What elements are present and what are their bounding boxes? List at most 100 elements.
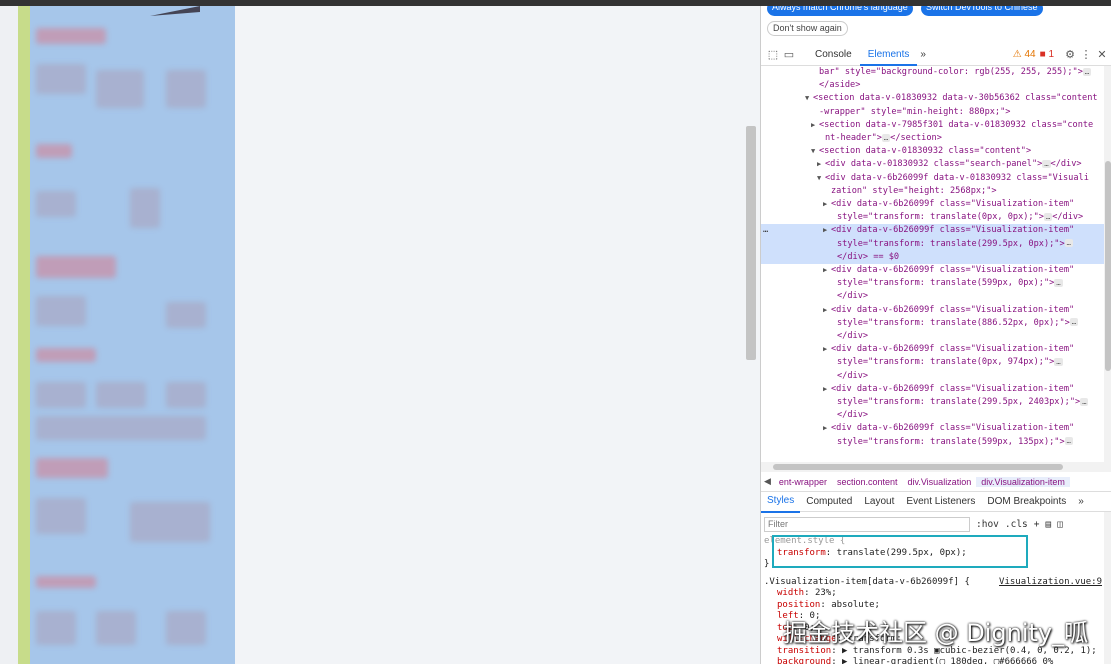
dom-node-line[interactable]: ▼ <div data-v-6b26099f data-v-01830932 cl… (761, 172, 1104, 185)
breadcrumb-item[interactable]: ent-wrapper (774, 477, 832, 487)
dom-node-line[interactable]: ▶ <div data-v-6b26099f class="Visualizati… (761, 224, 1104, 238)
breadcrumb-item[interactable]: div.Visualization (903, 477, 977, 487)
ellipsis-icon[interactable]: … (1069, 318, 1079, 327)
rule-source-link[interactable]: Visualization.vue:9 (999, 577, 1102, 589)
error-count[interactable]: ■ 1 (1040, 49, 1054, 60)
css-property[interactable]: position (777, 600, 820, 610)
dom-node-line[interactable]: ▶ <div data-v-6b26099f class="Visualizati… (761, 422, 1104, 435)
dom-node-line[interactable]: </div> (761, 409, 1104, 422)
dom-node-line[interactable]: </div> == $0 (761, 250, 1104, 265)
switch-language-button[interactable]: Switch DevTools to Chinese (921, 6, 1043, 16)
tab-console[interactable]: Console (807, 44, 860, 66)
dom-node-line[interactable]: bar" style="background-color: rgb(255, 2… (761, 66, 1104, 79)
more-subtabs-icon[interactable]: » (1072, 492, 1090, 512)
expand-toggle-icon[interactable]: ▶ (811, 119, 819, 132)
computed-styles-icon[interactable]: ▤ (1046, 519, 1052, 530)
ellipsis-icon[interactable]: … (1054, 357, 1063, 366)
dom-node-line[interactable]: ▶ <div data-v-6b26099f class="Visualizati… (761, 383, 1104, 396)
tab-computed[interactable]: Computed (800, 492, 858, 512)
breadcrumb-item-current[interactable]: div.Visualization-item (976, 476, 1070, 487)
ellipsis-icon[interactable]: … (1054, 278, 1063, 287)
device-toolbar-icon[interactable]: ▭ (781, 47, 797, 63)
tab-styles[interactable]: Styles (761, 491, 801, 513)
css-value[interactable]: ▶ linear-gradient(▢ 180deg, ▢#666666 0% (842, 657, 1053, 664)
expand-toggle-icon[interactable]: ▶ (823, 304, 831, 317)
sidebar-toggle-icon[interactable]: ◫ (1057, 519, 1063, 530)
dont-show-again-button[interactable]: Don't show again (767, 21, 848, 36)
tab-dom-breakpoints[interactable]: DOM Breakpoints (981, 492, 1072, 512)
dom-node-line[interactable]: style="transform: translate(599px, 135px… (761, 436, 1104, 449)
dom-tree-scrollbar[interactable] (1104, 66, 1111, 462)
ellipsis-icon[interactable]: … (1064, 239, 1073, 248)
expand-toggle-icon[interactable]: ▶ (817, 158, 825, 171)
close-devtools-icon[interactable]: ✕ (1094, 47, 1110, 63)
styles-scrollbar[interactable] (1104, 512, 1111, 664)
dom-node-line[interactable]: ▶ <div data-v-6b26099f class="Visualizati… (761, 198, 1104, 211)
dom-node-line[interactable]: style="transform: translate(599px, 0px);… (761, 277, 1104, 290)
dom-node-line[interactable]: style="transform: translate(0px, 0px);">… (761, 211, 1104, 224)
breadcrumb-left-arrow-icon[interactable]: ◀ (761, 476, 774, 487)
dom-node-line[interactable]: -wrapper" style="min-height: 880px;"> (761, 106, 1104, 119)
more-options-icon[interactable]: ⋮ (1078, 47, 1094, 63)
expand-toggle-icon[interactable]: ▼ (805, 92, 813, 105)
dom-node-line[interactable]: ▼ <section data-v-01830932 class="content… (761, 145, 1104, 158)
css-value[interactable]: absolute; (831, 600, 880, 610)
dom-node-line[interactable]: ▼ <section data-v-01830932 data-v-30b5636… (761, 92, 1104, 105)
dom-node-line[interactable]: ▶ <section data-v-7985f301 data-v-0183093… (761, 119, 1104, 132)
expand-toggle-icon[interactable]: ▶ (823, 422, 831, 435)
css-declaration[interactable]: width: 23%; (761, 588, 1111, 600)
expand-toggle-icon[interactable]: ▶ (823, 343, 831, 356)
dom-node-line[interactable]: </div> (761, 370, 1104, 383)
css-property[interactable]: background (777, 657, 831, 664)
ellipsis-icon[interactable]: … (881, 133, 891, 142)
expand-toggle-icon[interactable]: ▼ (817, 172, 825, 185)
warning-count[interactable]: ⚠ 44 (1013, 49, 1036, 60)
dom-node-line[interactable]: style="transform: translate(299.5px, 240… (761, 396, 1104, 409)
css-value[interactable]: 23%; (815, 588, 837, 598)
css-property[interactable]: width (777, 588, 804, 598)
ellipsis-icon[interactable]: … (1042, 159, 1051, 168)
dom-node-text: bar" style="background-color: rgb(255, 2… (819, 67, 1083, 77)
ellipsis-icon[interactable]: … (1043, 212, 1053, 221)
add-rule-icon[interactable]: + (1034, 519, 1040, 530)
page-scrollbar-thumb[interactable] (746, 126, 756, 360)
class-toggle[interactable]: .cls (1005, 519, 1028, 530)
dom-tree-scrollbar-thumb[interactable] (1105, 161, 1111, 371)
dom-node-line[interactable]: ▶ <div data-v-6b26099f class="Visualizati… (761, 304, 1104, 317)
dom-node-line[interactable]: </div> (761, 330, 1104, 343)
inspect-element-icon[interactable]: ⬚ (765, 47, 781, 63)
expand-toggle-icon[interactable]: ▶ (823, 198, 831, 211)
dom-node-line[interactable]: style="transform: translate(886.52px, 0p… (761, 317, 1104, 330)
css-declaration[interactable]: position: absolute; (761, 600, 1111, 612)
elements-dom-tree[interactable]: bar" style="background-color: rgb(255, 2… (761, 66, 1104, 462)
expand-toggle-icon[interactable]: ▶ (823, 224, 831, 237)
expand-toggle-icon[interactable]: ▶ (823, 264, 831, 277)
tab-elements[interactable]: Elements (859, 44, 918, 66)
dom-node-line[interactable]: ▶ <div data-v-01830932 class="search-pane… (761, 158, 1104, 171)
selected-node-marker-icon[interactable]: … (763, 224, 768, 237)
settings-gear-icon[interactable]: ⚙ (1062, 47, 1078, 63)
expand-toggle-icon[interactable]: ▼ (811, 145, 819, 158)
expand-toggle-icon[interactable]: ▶ (823, 383, 831, 396)
ellipsis-icon[interactable]: … (1080, 397, 1089, 406)
hover-state-toggle[interactable]: :hov (976, 519, 999, 530)
dom-node-line[interactable]: </div> (761, 290, 1104, 303)
breadcrumb-item[interactable]: section.content (832, 477, 903, 487)
dom-node-line[interactable]: zation" style="height: 2568px;"> (761, 185, 1104, 198)
tab-layout[interactable]: Layout (858, 492, 900, 512)
dom-node-line[interactable]: </aside> (761, 79, 1104, 92)
dom-node-line[interactable]: nt-header">… </section> (761, 132, 1104, 145)
css-declaration[interactable]: background: ▶ linear-gradient(▢ 180deg, … (761, 657, 1111, 664)
more-tabs-icon[interactable]: » (917, 44, 929, 66)
match-language-button[interactable]: Always match Chrome's language (767, 6, 913, 16)
dom-tree-hscrollbar-thumb[interactable] (773, 464, 1063, 470)
ellipsis-icon[interactable]: … (1082, 67, 1092, 76)
dom-node-line[interactable]: style="transform: translate(299.5px, 0px… (761, 237, 1104, 251)
ellipsis-icon[interactable]: … (1064, 437, 1073, 446)
tab-event-listeners[interactable]: Event Listeners (900, 492, 981, 512)
dom-node-line[interactable]: ▶ <div data-v-6b26099f class="Visualizati… (761, 264, 1104, 277)
styles-filter-input[interactable]: Filter (764, 516, 970, 532)
dom-node-line[interactable]: style="transform: translate(0px, 974px);… (761, 356, 1104, 369)
dom-tree-hscrollbar[interactable] (761, 462, 1111, 472)
dom-node-line[interactable]: ▶ <div data-v-6b26099f class="Visualizati… (761, 343, 1104, 356)
